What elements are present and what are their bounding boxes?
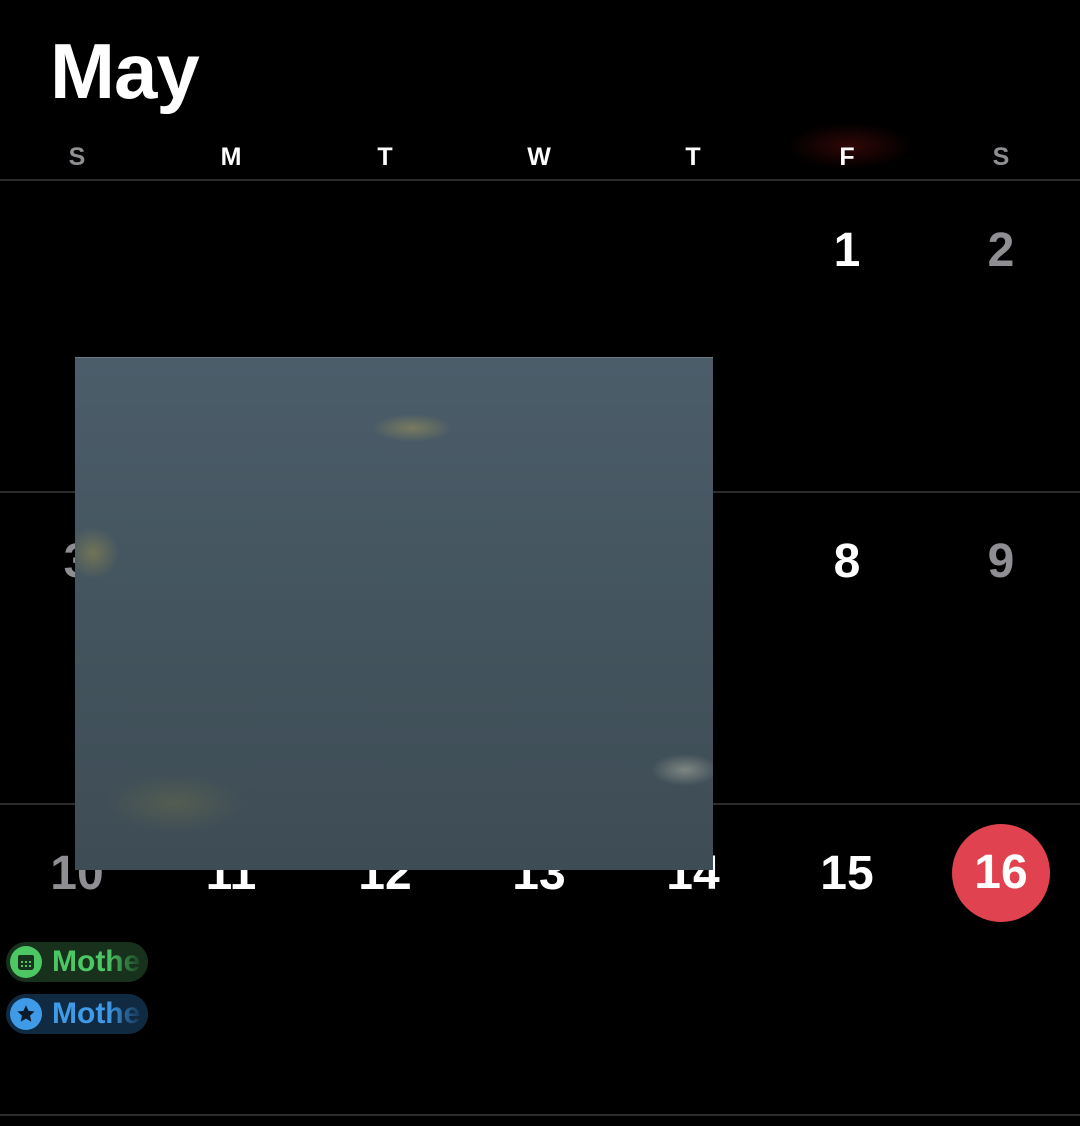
weekday-friday: F <box>839 143 855 171</box>
day-cell[interactable]: 1 <box>770 221 924 281</box>
calendar-month-view: May S M T W T F S 1 2 3 8 9 10 11 12 13 … <box>0 0 1080 1126</box>
weekday-monday: M <box>220 143 242 171</box>
day-cell[interactable]: 2 <box>924 221 1078 281</box>
day-cell[interactable]: 9 <box>924 532 1078 592</box>
photo-overlay <box>75 357 713 870</box>
day-cell[interactable]: 8 <box>770 532 924 592</box>
week-divider <box>0 179 1080 181</box>
today-day-number[interactable]: 16 <box>924 843 1078 903</box>
weekday-header-row: S M T W T F S <box>0 140 1080 174</box>
weekday-tuesday: T <box>377 143 393 171</box>
weekday-saturday: S <box>992 143 1010 171</box>
weekday-wednesday: W <box>527 143 551 171</box>
month-title[interactable]: May <box>50 26 200 116</box>
week-divider <box>0 1114 1080 1116</box>
weekday-thursday: T <box>685 143 701 171</box>
star-icon <box>10 998 42 1030</box>
event-chip-calendar[interactable]: Mothe <box>6 942 148 982</box>
calendar-icon <box>10 946 42 978</box>
event-chip-holiday[interactable]: Mothe <box>6 994 148 1034</box>
day-cell[interactable]: 15 <box>770 844 924 904</box>
weekday-sunday: S <box>68 143 86 171</box>
